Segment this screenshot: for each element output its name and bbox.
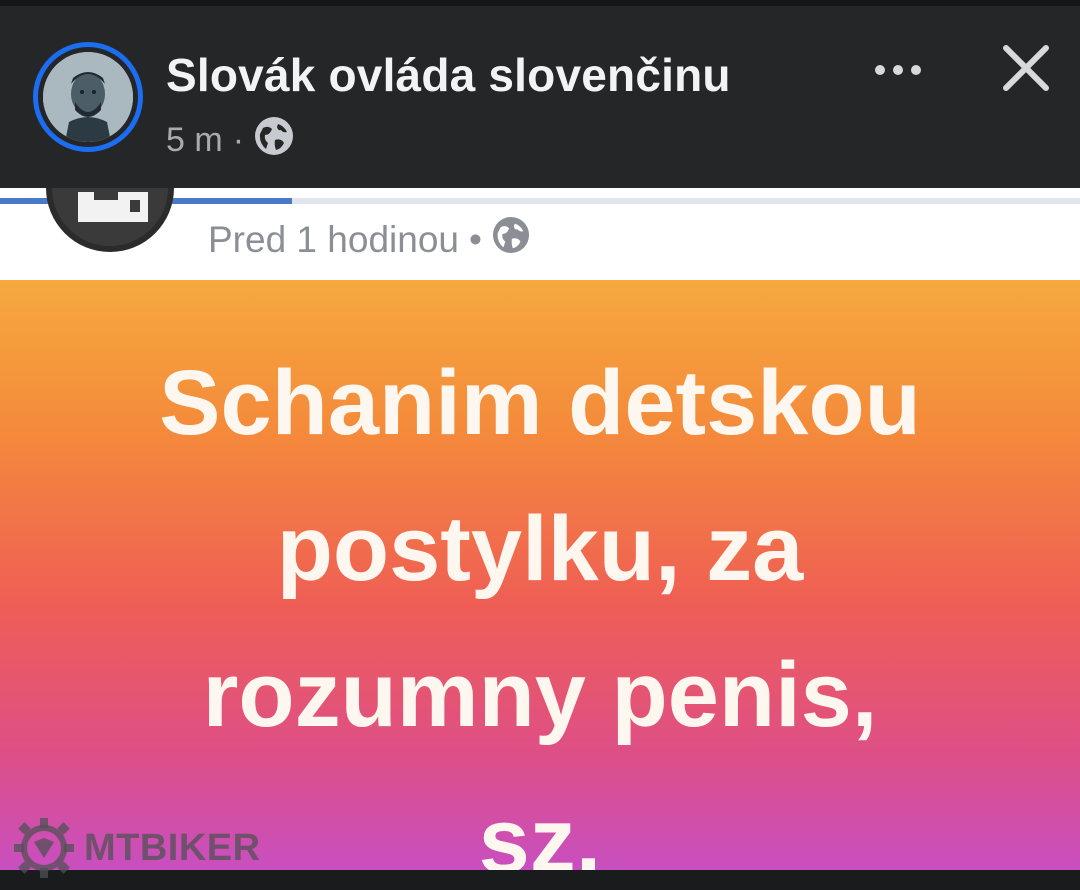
inner-meta-separator: • [468,218,482,260]
inner-post-meta: Pred 1 hodinou • [208,216,530,263]
page-avatar[interactable] [33,42,143,152]
gear-logo-icon [14,818,74,878]
inner-avatar [44,188,176,254]
inner-post-header: Pred 1 hodinou • [0,188,1080,280]
post-text-line: postylku, za [276,498,804,600]
close-button[interactable] [994,36,1058,100]
meta-separator: · [232,121,245,159]
globe-icon [492,216,530,263]
avatar-image [43,52,133,142]
post-meta: 5 m · [166,116,294,165]
post-text-line: rozumny penis, [202,644,878,746]
post-text-line: Schanim detskou [159,352,921,454]
more-dots-icon [875,65,885,75]
inner-post-time: Pred 1 hodinou [208,218,459,260]
text-post-background: Schanim detskou postylku, za rozumny pen… [0,280,1080,870]
post-time: 5 m [166,121,223,159]
post-text: Schanim detskou postylku, za rozumny pen… [0,330,1080,870]
post-image: Pred 1 hodinou • Schanim detskou postylk… [0,188,1080,870]
watermark: MTBIKER [12,816,261,880]
watermark-text: MTBIKER [84,826,261,869]
close-icon [1003,45,1049,91]
page-name[interactable]: Slovák ovláda slovenčinu [166,48,731,102]
more-options-button[interactable] [866,50,930,90]
globe-icon [254,116,294,165]
story-header: Slovák ovláda slovenčinu 5 m · [0,0,1080,188]
